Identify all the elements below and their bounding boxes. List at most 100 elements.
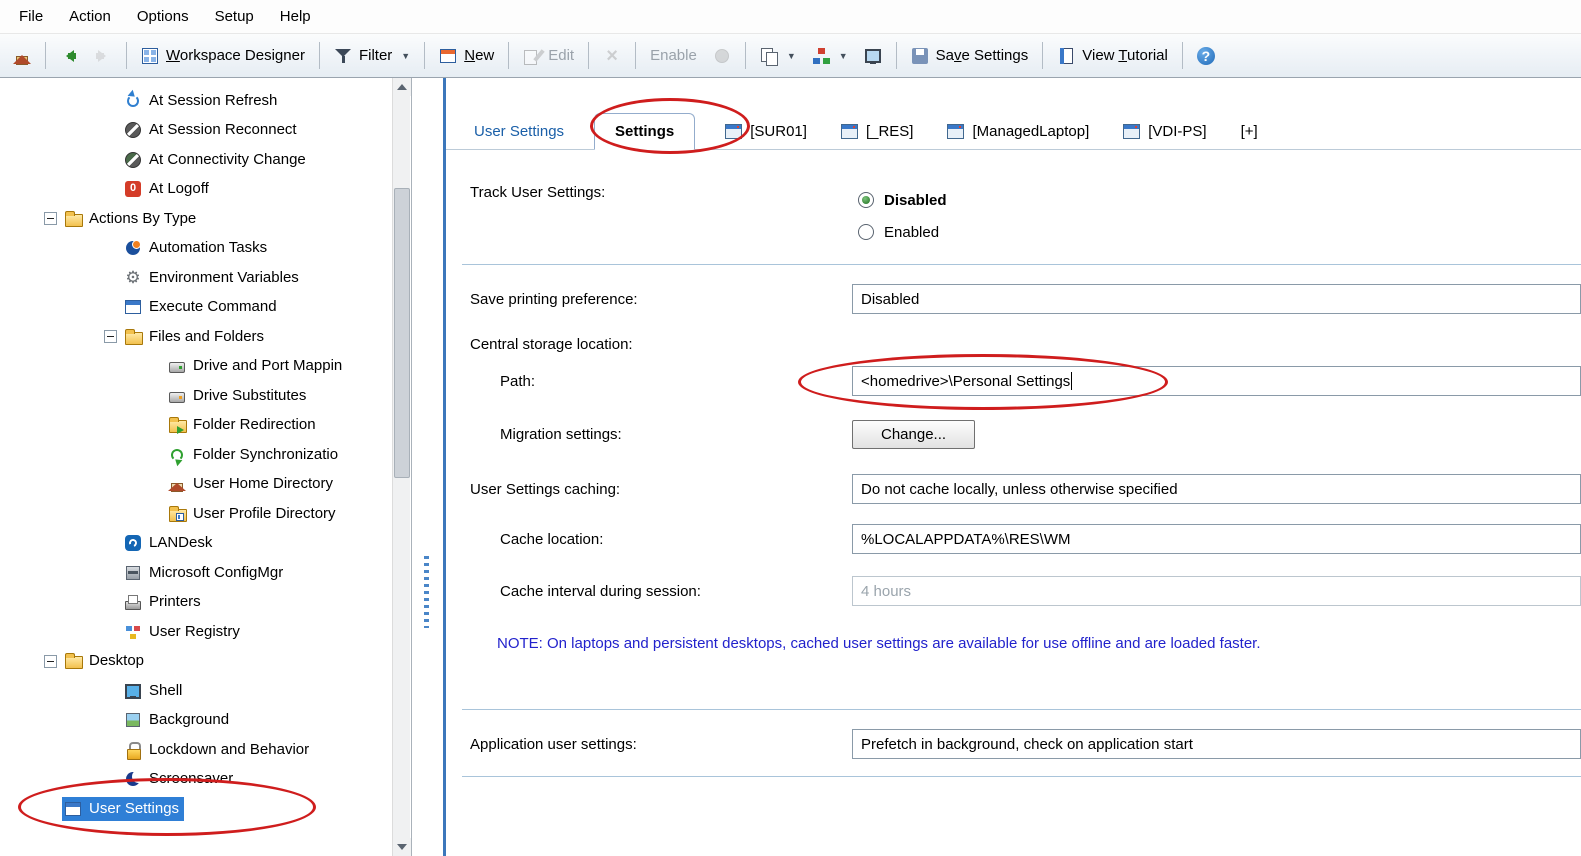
edit-button[interactable]: Edit [516, 42, 581, 70]
tab-settings[interactable]: Settings [594, 113, 696, 150]
collapse-expander-icon[interactable] [44, 212, 57, 226]
menu-setup[interactable]: Setup [202, 3, 267, 30]
help-icon [1196, 46, 1215, 65]
window-icon [840, 124, 858, 139]
edit-label: Edit [548, 47, 575, 64]
home-button[interactable] [6, 42, 38, 70]
tree-item-at-session-reconnect[interactable]: At Session Reconnect [0, 116, 395, 146]
change-button[interactable]: Change... [852, 419, 976, 449]
radio-option-disabled[interactable]: Disabled [852, 184, 1581, 216]
session-refresh-icon [124, 92, 142, 110]
cache-location-input[interactable]: %LOCALAPPDATA%\RES\WM [852, 524, 1581, 554]
radio-icon[interactable] [858, 224, 874, 240]
tree-item-actions-by-type[interactable]: Actions By Type [0, 204, 395, 234]
tab-label: [+] [1240, 123, 1258, 140]
forward-icon [94, 47, 112, 65]
back-button[interactable] [53, 42, 85, 70]
radio-selected-icon[interactable] [858, 192, 874, 208]
help-button[interactable] [1190, 42, 1222, 70]
copy-button[interactable]: ▼ [753, 42, 803, 70]
properties-button[interactable] [706, 42, 738, 70]
radio-option-enabled[interactable]: Enabled [852, 216, 1581, 248]
tree-item-environment-variables[interactable]: Environment Variables [0, 263, 395, 293]
tree-item-lockdown-and-behavior[interactable]: Lockdown and Behavior [0, 735, 395, 765]
path-input[interactable]: <homedrive>\Personal Settings [852, 366, 1581, 396]
view-tutorial-label: View Tutorial [1082, 47, 1168, 64]
panel-splitter[interactable] [412, 78, 443, 856]
tree-item-label: At Session Reconnect [149, 121, 297, 139]
workstation-button[interactable] [857, 42, 889, 70]
tree-item-folder-synchronization[interactable]: Folder Synchronizatio [0, 440, 395, 470]
section-divider [462, 709, 1581, 710]
tree-item-label: User Registry [149, 622, 240, 640]
tree-item-folder-redirection[interactable]: Folder Redirection [0, 411, 395, 441]
collapse-expander-icon[interactable] [104, 330, 117, 344]
collapse-expander-icon[interactable] [44, 654, 57, 668]
tree-item-files-and-folders[interactable]: Files and Folders [0, 322, 395, 352]
scroll-up-icon[interactable] [393, 78, 411, 96]
tree-item-label: Drive Substitutes [193, 386, 307, 404]
tab-strip: User Settings Settings [SUR01] [_RES] [M… [446, 78, 1581, 150]
view-tutorial-button[interactable]: View Tutorial [1050, 42, 1175, 70]
tree-item-label: Actions By Type [89, 209, 197, 227]
menu-options[interactable]: Options [124, 3, 202, 30]
tree-item-automation-tasks[interactable]: Automation Tasks [0, 234, 395, 264]
tab-managedlaptop[interactable]: [ManagedLaptop] [943, 114, 1093, 149]
tree-item-printers[interactable]: Printers [0, 588, 395, 618]
splitter-grip-icon[interactable] [424, 556, 429, 628]
tree-item-shell[interactable]: Shell [0, 676, 395, 706]
tree-scrollbar[interactable] [392, 78, 411, 856]
tab-user-settings[interactable]: User Settings [470, 114, 568, 149]
tree-item-label: LANDesk [149, 534, 213, 552]
tab-add[interactable]: [+] [1237, 114, 1262, 149]
radio-label: Enabled [884, 223, 940, 241]
save-settings-button[interactable]: Save Settings [904, 42, 1036, 70]
tab-sur01[interactable]: [SUR01] [721, 114, 811, 149]
scrollbar-thumb[interactable] [394, 188, 410, 478]
registry-icon [124, 623, 142, 641]
tree-item-user-registry[interactable]: User Registry [0, 617, 395, 647]
tree-item-drive-substitutes[interactable]: Drive Substitutes [0, 381, 395, 411]
path-label: Path: [500, 372, 536, 390]
menu-help[interactable]: Help [267, 3, 324, 30]
track-user-settings-group: Disabled Enabled [852, 184, 1581, 248]
delete-button[interactable] [596, 42, 628, 70]
tree-item-screensaver[interactable]: Screensaver [0, 765, 395, 795]
menu-file[interactable]: File [6, 3, 56, 30]
new-button[interactable]: New [432, 42, 501, 70]
save-printing-preference-input[interactable]: Disabled [852, 284, 1581, 314]
tree-item-at-logoff[interactable]: At Logoff [0, 175, 395, 205]
environment-variables-icon [124, 269, 142, 287]
folder-synchronization-icon [168, 446, 186, 464]
tree-item-user-settings[interactable]: User Settings [0, 794, 395, 824]
tree-item-user-home-directory[interactable]: User Home Directory [0, 470, 395, 500]
user-settings-caching-input[interactable]: Do not cache locally, unless otherwise s… [852, 474, 1581, 504]
filter-button[interactable]: Filter ▼ [327, 42, 417, 70]
tree-item-user-profile-directory[interactable]: User Profile Directory [0, 499, 395, 529]
tree-item-drive-and-port-mapping[interactable]: Drive and Port Mappin [0, 352, 395, 382]
tree-item-at-session-refresh[interactable]: At Session Refresh [0, 86, 395, 116]
home-icon [13, 47, 31, 65]
tree-item-label: Microsoft ConfigMgr [149, 563, 284, 581]
tree-item-at-connectivity-change[interactable]: At Connectivity Change [0, 145, 395, 175]
tree-item-label: Folder Synchronizatio [193, 445, 339, 463]
menu-action[interactable]: Action [56, 3, 124, 30]
workspace-designer-button[interactable]: Workspace Designer [134, 42, 312, 70]
application-user-settings-input[interactable]: Prefetch in background, check on applica… [852, 729, 1581, 759]
tab-label: [VDI-PS] [1148, 123, 1207, 140]
tree-item-background[interactable]: Background [0, 706, 395, 736]
landesk-icon [124, 534, 142, 552]
tree-item-landesk[interactable]: LANDesk [0, 529, 395, 559]
tree-item-execute-command[interactable]: Execute Command [0, 293, 395, 323]
scroll-down-icon[interactable] [393, 838, 411, 856]
section-divider [462, 264, 1581, 265]
enable-button[interactable]: Enable [643, 42, 704, 69]
tab-vdi-ps[interactable]: [VDI-PS] [1119, 114, 1210, 149]
tree-item-microsoft-configmgr[interactable]: Microsoft ConfigMgr [0, 558, 395, 588]
window-icon [1123, 124, 1141, 139]
tab-res[interactable]: [_RES] [837, 114, 918, 149]
menu-bar: File Action Options Setup Help [0, 0, 1581, 33]
org-chart-button[interactable]: ▼ [805, 42, 855, 70]
tree-item-desktop[interactable]: Desktop [0, 647, 395, 677]
forward-button[interactable] [87, 42, 119, 70]
